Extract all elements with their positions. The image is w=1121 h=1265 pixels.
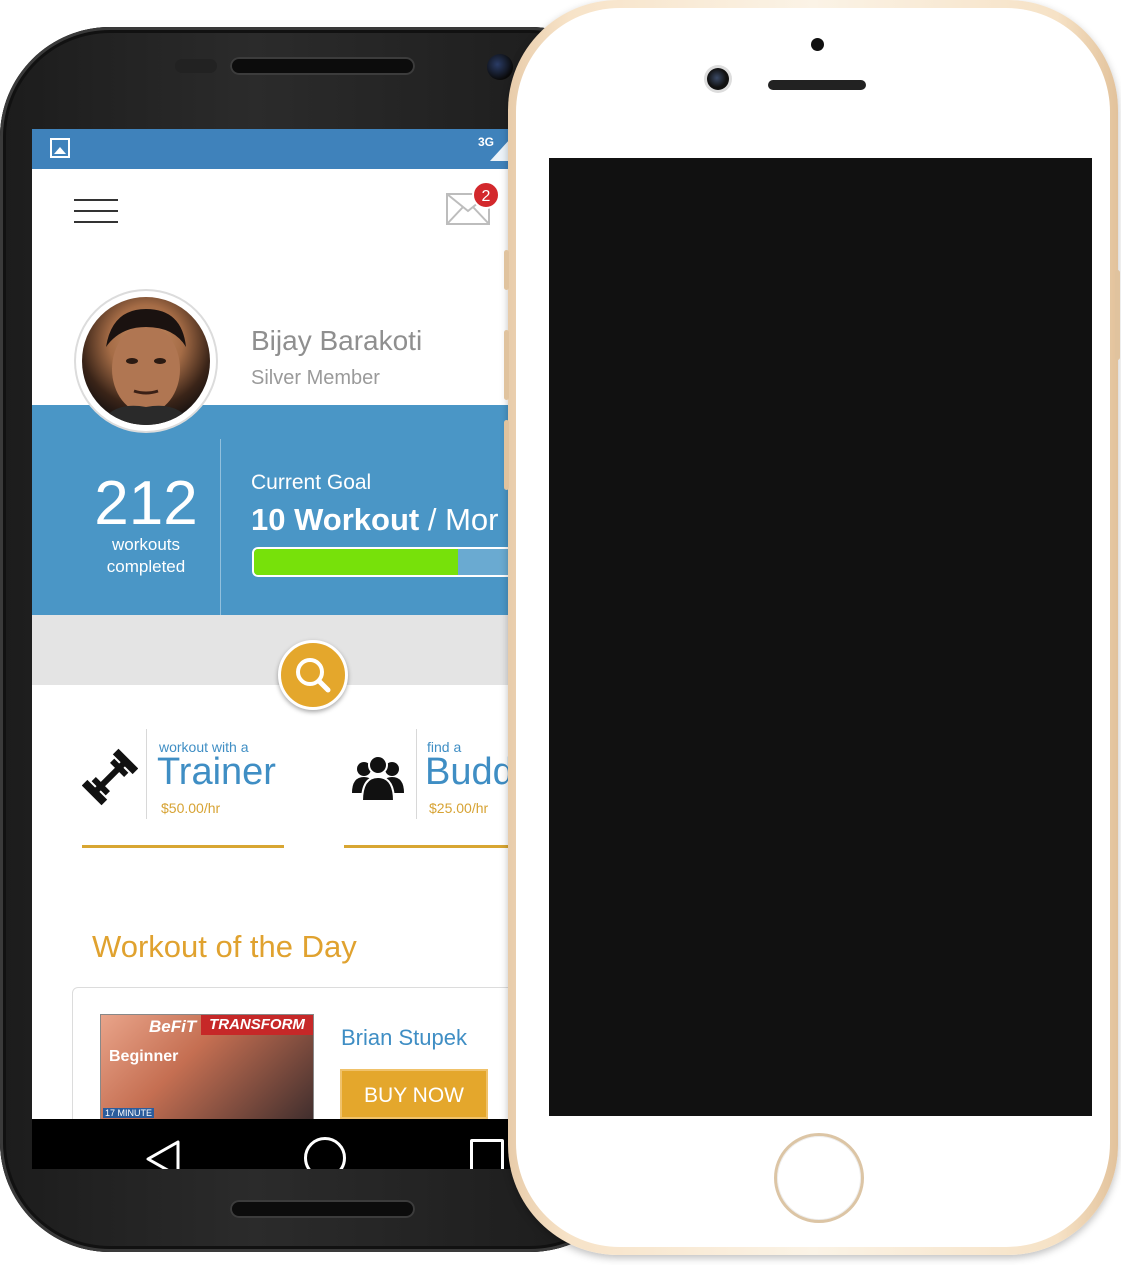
wod-title: Workout of the Day (92, 929, 357, 964)
buddy-divider (416, 729, 417, 819)
trainer-divider (146, 729, 147, 819)
trainer-underline (82, 845, 284, 848)
recents-icon[interactable] (470, 1139, 504, 1169)
goal-progress-fill (254, 549, 459, 575)
workouts-label-line2: completed (106, 557, 186, 576)
goal-count: 10 Workout (251, 502, 420, 537)
avatar-photo (82, 297, 210, 425)
top-speaker (230, 57, 415, 75)
menu-icon[interactable] (74, 199, 118, 225)
iphone-screen (549, 158, 1092, 1116)
dumbbell-icon (82, 748, 138, 806)
home-icon[interactable] (304, 1137, 346, 1169)
iphone-sensor (811, 38, 824, 51)
iphone-camera (707, 68, 729, 90)
goal-value: 10 Workout / Mor (251, 502, 498, 538)
search-button[interactable] (278, 640, 348, 710)
stats-divider (220, 439, 221, 615)
goal-title: Current Goal (251, 471, 372, 494)
goal-period: Mor (445, 502, 499, 537)
trainer-option[interactable]: workout with a Trainer $50.00/hr (82, 729, 302, 829)
iphone-home-button[interactable] (774, 1133, 864, 1223)
thumb-caption: 17 MINUTE (103, 1108, 155, 1118)
thumb-brand: BeFiT (149, 1017, 197, 1036)
goal-separator: / (419, 502, 446, 537)
back-icon[interactable] (144, 1139, 182, 1169)
trainer-price: $50.00/hr (161, 800, 221, 816)
workouts-count: 212 (94, 469, 198, 538)
front-camera (487, 54, 513, 80)
mute-switch (504, 250, 509, 290)
bottom-speaker (230, 1200, 415, 1218)
profile-name: Bijay Barakoti (251, 325, 423, 356)
buddy-price: $25.00/hr (429, 800, 489, 816)
group-icon (352, 755, 404, 802)
signal-icon (490, 139, 510, 161)
membership-tier: Silver Member (251, 367, 380, 389)
wod-thumbnail[interactable]: BeFiT TRANSFORM Beginner 17 MINUTE (100, 1014, 314, 1126)
avatar[interactable] (76, 291, 216, 431)
goal-progress-bar (252, 547, 552, 577)
thumb-level: Beginner (109, 1048, 179, 1065)
image-notification-icon (50, 138, 70, 158)
iphone (504, 0, 1120, 1255)
notification-badge: 2 (472, 181, 500, 209)
search-icon (296, 658, 331, 693)
buddy-label: Budd (425, 751, 514, 793)
wod-author[interactable]: Brian Stupek (341, 1025, 467, 1051)
power-button (1115, 270, 1120, 360)
iphone-speaker (768, 80, 866, 90)
volume-down-button (504, 420, 509, 490)
buy-now-button[interactable]: BUY NOW (340, 1069, 488, 1119)
volume-up-button (504, 330, 509, 400)
thumb-banner: TRANSFORM (201, 1015, 313, 1035)
proximity-sensor (175, 59, 217, 73)
trainer-label: Trainer (157, 751, 276, 793)
workouts-label: workouts completed (76, 534, 216, 578)
workouts-label-line1: workouts (111, 535, 181, 554)
iphone-face (516, 8, 1110, 1247)
